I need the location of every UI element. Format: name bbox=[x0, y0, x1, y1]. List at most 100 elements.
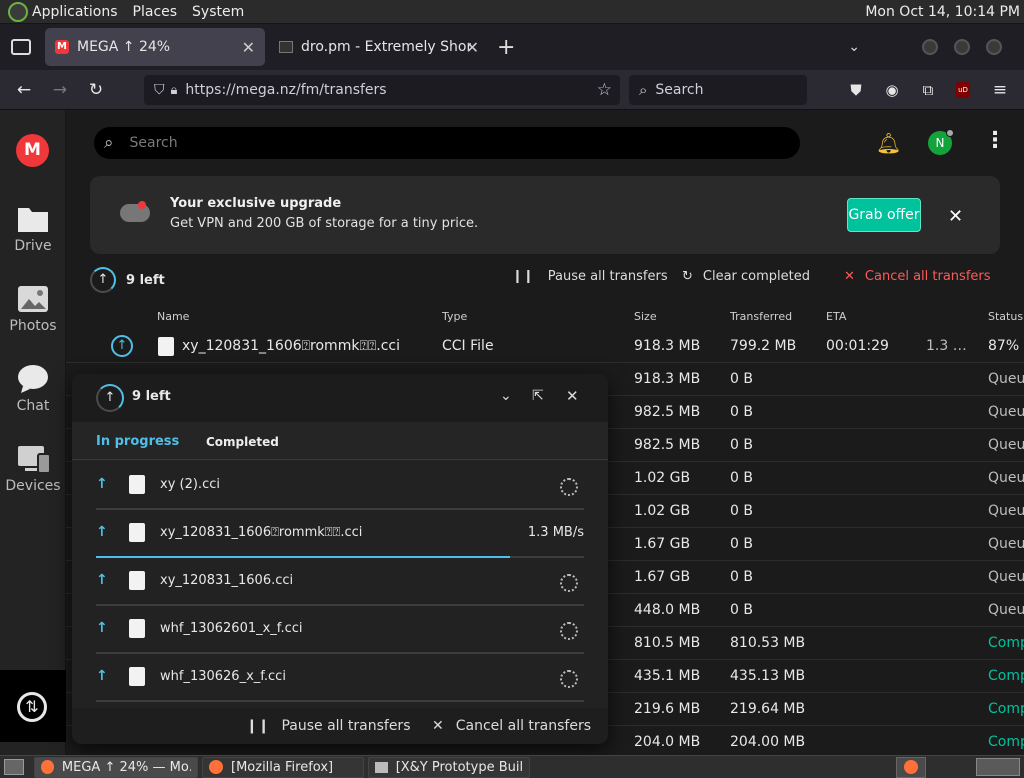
upload-arrow-icon: ↑ bbox=[96, 668, 108, 684]
sidebar-item-label: Devices bbox=[5, 478, 61, 494]
system-menu-bar: Applications Places System Mon Oct 14, 1… bbox=[0, 0, 1024, 24]
taskbar-item-mega[interactable]: MEGA ↑ 24% — Mo… bbox=[34, 756, 198, 778]
browser-tab-bar: M MEGA ↑ 24% ✕ dro.pm - Extremely Short … bbox=[0, 24, 1024, 70]
notifications-bell-icon[interactable]: 🔔︎ bbox=[876, 131, 901, 155]
new-tab-icon[interactable]: + bbox=[497, 35, 515, 60]
row-size: 918.3 MB bbox=[634, 371, 701, 387]
more-options-icon[interactable]: ⋮ bbox=[984, 128, 1006, 153]
cancel-all-transfers-button[interactable]: ✕ Cancel all transfers bbox=[844, 269, 991, 284]
url-bar[interactable]: ⛉ 🔒︎ https://mega.nz/fm/transfers ☆ bbox=[144, 75, 620, 105]
mega-logo-icon[interactable]: M bbox=[16, 134, 49, 167]
url-text[interactable]: https://mega.nz/fm/transfers bbox=[185, 82, 386, 98]
sidebar-item-chat[interactable]: Chat bbox=[0, 364, 66, 414]
banner-close-icon[interactable]: ✕ bbox=[948, 206, 963, 227]
panel-pause-all-button[interactable]: ❙❙ Pause all transfers bbox=[246, 718, 410, 734]
panel-close-icon[interactable]: ✕ bbox=[566, 387, 579, 405]
taskbar-item-firefox[interactable]: [Mozilla Firefox] bbox=[202, 756, 364, 778]
upgrade-banner: Your exclusive upgrade Get VPN and 200 G… bbox=[90, 176, 1000, 254]
row-status: Queu bbox=[988, 437, 1024, 453]
row-size: 982.5 MB bbox=[634, 404, 701, 420]
row-transferred: 0 B bbox=[730, 602, 753, 618]
panel-transfer-item[interactable]: ↑ xy_120831_1606.cci bbox=[96, 558, 584, 606]
collapse-chevron-icon[interactable]: ⌄ bbox=[500, 388, 512, 404]
panel-file-name: xy_120831_1606⍰rommk⍰⍰.cci bbox=[160, 525, 363, 540]
firefox-launcher-icon[interactable] bbox=[896, 756, 926, 778]
firefox-icon bbox=[41, 760, 54, 774]
lock-icon[interactable]: 🔒︎ bbox=[171, 83, 178, 98]
taskbar-item-label: [X&Y Prototype Buil… bbox=[395, 759, 523, 775]
firefox-icon bbox=[209, 760, 223, 774]
tab-completed[interactable]: Completed bbox=[206, 435, 279, 449]
pause-all-transfers-button[interactable]: ❙❙ Pause all transfers bbox=[512, 269, 668, 284]
forward-arrow-icon[interactable]: → bbox=[48, 78, 72, 102]
transfer-manager-button[interactable]: ⇅ bbox=[0, 670, 66, 742]
table-row[interactable]: ↑ xy_120831_1606⍰rommk⍰⍰.cci CCI File 00:01… bbox=[66, 330, 1024, 363]
photos-icon bbox=[17, 284, 49, 314]
row-speed: 1.3 … bbox=[926, 338, 967, 354]
tab-title: dro.pm - Extremely Short Li bbox=[301, 39, 471, 55]
menu-places[interactable]: Places bbox=[133, 4, 178, 20]
row-status: Queu bbox=[988, 503, 1024, 519]
tab-dro-pm[interactable]: dro.pm - Extremely Short Li ✕ bbox=[269, 28, 487, 66]
panel-transfer-item[interactable]: ↑ whf_13062601_x_f.cci bbox=[96, 606, 584, 654]
sidebar-item-devices[interactable]: Devices bbox=[0, 444, 66, 494]
file-icon bbox=[129, 667, 145, 686]
row-status: Comp bbox=[988, 734, 1024, 750]
browser-nav-bar: ← → ↻ ⛉ 🔒︎ https://mega.nz/fm/transfers … bbox=[0, 70, 1024, 110]
extensions-icon[interactable]: ⧉ bbox=[916, 78, 940, 102]
tab-close-icon[interactable]: ✕ bbox=[466, 38, 479, 57]
panel-cancel-all-button[interactable]: ✕ Cancel all transfers bbox=[432, 718, 591, 734]
mega-sidebar: M Drive Photos Chat Devices ⇅ bbox=[0, 110, 66, 755]
bookmark-star-icon[interactable]: ☆ bbox=[597, 80, 612, 100]
browser-search-input[interactable]: ⌕ Search bbox=[629, 75, 807, 105]
row-size: 219.6 MB bbox=[634, 701, 701, 717]
account-icon[interactable]: ◉ bbox=[880, 78, 904, 102]
shield-icon[interactable]: ⛉ bbox=[154, 82, 165, 98]
tab-mega[interactable]: M MEGA ↑ 24% ✕ bbox=[45, 28, 265, 66]
row-transferred: 204.00 MB bbox=[730, 734, 806, 750]
avatar[interactable]: N bbox=[928, 129, 954, 155]
window-close-icon[interactable] bbox=[986, 39, 1002, 55]
panel-tabs: In progress Completed bbox=[72, 422, 608, 460]
mega-search-input[interactable]: ⌕ Search bbox=[94, 127, 800, 159]
tab-overflow-chevron-icon[interactable]: ⌄ bbox=[848, 39, 860, 55]
show-desktop-icon[interactable] bbox=[4, 759, 24, 775]
clock[interactable]: Mon Oct 14, 10:14 PM bbox=[865, 4, 1020, 20]
hamburger-menu-icon[interactable]: ≡ bbox=[988, 78, 1012, 102]
distro-logo-icon[interactable] bbox=[8, 1, 28, 22]
grab-offer-button[interactable]: Grab offer bbox=[847, 198, 921, 232]
ublock-icon[interactable]: uD bbox=[956, 82, 970, 98]
sidebar-item-drive[interactable]: Drive bbox=[0, 204, 66, 254]
menu-system[interactable]: System bbox=[192, 4, 244, 20]
mega-search-placeholder: Search bbox=[129, 135, 178, 151]
window-maximize-icon[interactable] bbox=[954, 39, 970, 55]
clear-completed-button[interactable]: ↻ Clear completed bbox=[682, 269, 810, 284]
panel-file-name: whf_13062601_x_f.cci bbox=[160, 621, 303, 636]
chat-bubble-icon bbox=[17, 364, 49, 394]
taskbar-item-folder[interactable]: [X&Y Prototype Buil… bbox=[368, 756, 530, 778]
workspace-switcher[interactable] bbox=[976, 758, 1020, 776]
row-status: Queu bbox=[988, 569, 1024, 585]
tab-close-icon[interactable]: ✕ bbox=[242, 38, 255, 57]
avatar-initial: N bbox=[935, 136, 945, 150]
row-status: Queu bbox=[988, 602, 1024, 618]
panel-transfer-item[interactable]: ↑ xy_120831_1606⍰rommk⍰⍰.cci 1.3 MB/s bbox=[96, 510, 584, 558]
transfers-panel: ↑ 9 left ⌄ ⇱ ✕ In progress Completed ↑ xy… bbox=[72, 374, 608, 744]
window-minimize-icon[interactable] bbox=[922, 39, 938, 55]
row-transferred: 0 B bbox=[730, 569, 753, 585]
panel-left-count: 9 left bbox=[132, 389, 171, 404]
panel-file-name: xy (2).cci bbox=[160, 477, 220, 492]
panel-transfer-item[interactable]: ↑ whf_130626_x_f.cci bbox=[96, 654, 584, 702]
panel-transfer-item[interactable]: ↑ xy (2).cci bbox=[96, 462, 584, 510]
open-transfers-page-icon[interactable]: ⇱ bbox=[532, 388, 544, 404]
row-transferred: 0 B bbox=[730, 404, 753, 420]
pocket-icon[interactable]: ⛊ bbox=[844, 78, 868, 102]
sidebar-item-photos[interactable]: Photos bbox=[0, 284, 66, 334]
upload-progress-ring-icon: ↑ bbox=[90, 267, 116, 293]
tab-in-progress[interactable]: In progress bbox=[96, 434, 179, 449]
loading-spinner-icon bbox=[560, 574, 578, 592]
back-arrow-icon[interactable]: ← bbox=[12, 78, 36, 102]
reload-icon[interactable]: ↻ bbox=[84, 78, 108, 102]
menu-applications[interactable]: Applications bbox=[32, 4, 118, 20]
tab-list-icon[interactable] bbox=[11, 39, 31, 55]
